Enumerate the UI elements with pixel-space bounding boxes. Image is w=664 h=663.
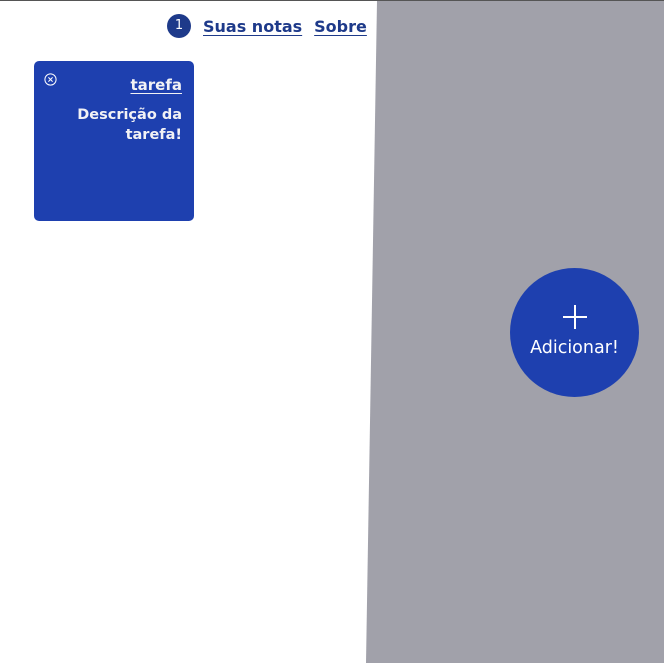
add-note-button[interactable]: Adicionar! xyxy=(510,268,639,397)
add-button-label: Adicionar! xyxy=(530,338,619,358)
plus-icon xyxy=(562,304,588,330)
top-border xyxy=(0,0,664,1)
note-count-badge: 1 xyxy=(167,14,191,38)
note-title[interactable]: tarefa xyxy=(130,76,182,94)
note-description: Descrição da tarefa! xyxy=(77,107,182,143)
close-icon[interactable] xyxy=(44,71,57,86)
top-nav: 1 Suas notas Sobre xyxy=(167,14,379,38)
note-card[interactable]: tarefa Descrição da tarefa! xyxy=(34,61,194,221)
nav-link-about[interactable]: Sobre xyxy=(314,17,367,36)
nav-link-notes[interactable]: Suas notas xyxy=(203,17,302,36)
